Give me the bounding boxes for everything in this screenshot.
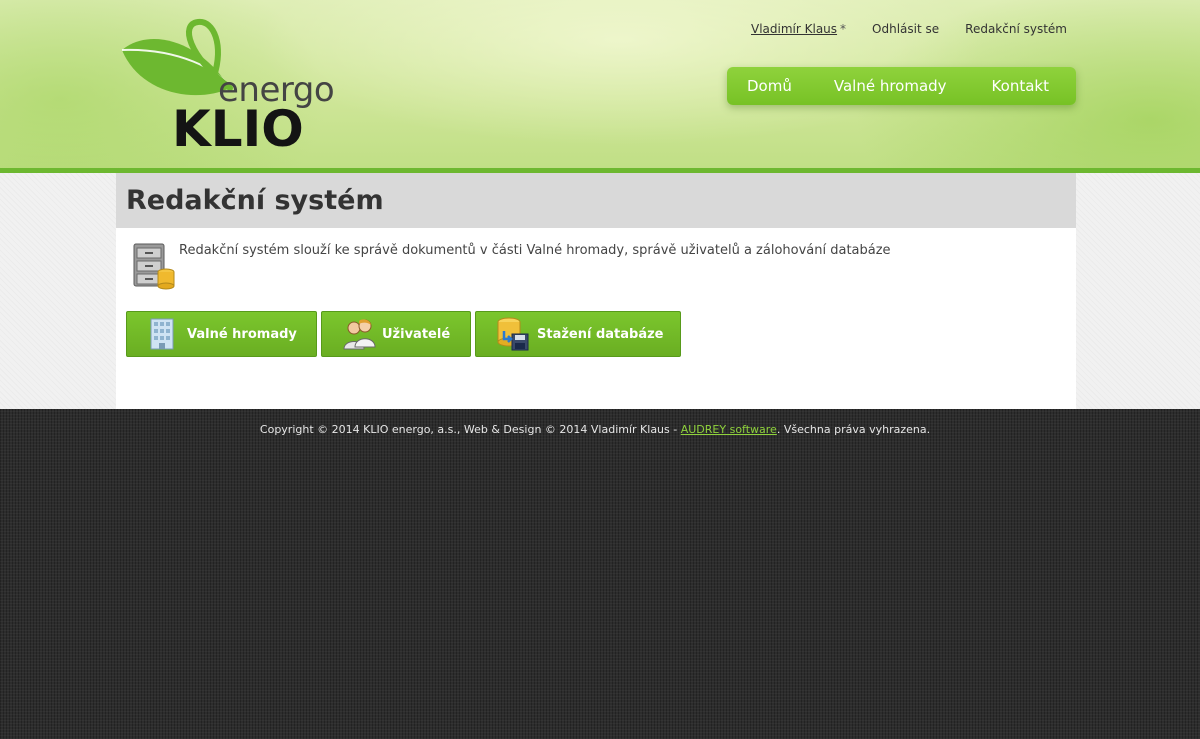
logo-klio-text: KLIO (172, 100, 304, 158)
main-nav: Domů Valné hromady Kontakt (727, 67, 1076, 105)
cms-link[interactable]: Redakční systém (965, 22, 1067, 36)
meetings-button-label: Valné hromady (187, 326, 297, 342)
logo[interactable]: energo KLIO (118, 18, 348, 158)
page-title: Redakční systém (126, 185, 384, 216)
logout-link[interactable]: Odhlásit se (872, 22, 939, 36)
nav-item-home[interactable]: Domů (727, 77, 792, 95)
download-database-button[interactable]: Stažení databáze (475, 311, 681, 357)
main-panel: Redakční systém Redakční systém slouží k… (116, 173, 1076, 409)
panel-header: Redakční systém (116, 173, 1076, 228)
footer-rights-text: . Všechna práva vyhrazena. (776, 423, 931, 436)
top-links: Vladimír Klaus * Odhlásit se Redakční sy… (751, 22, 1067, 36)
users-button-label: Uživatelé (382, 326, 451, 342)
footer: Copyright © 2014 KLIO energo, a.s., Web … (0, 423, 1200, 436)
users-icon (343, 319, 376, 350)
user-marker: * (840, 22, 847, 36)
footer-audrey-link[interactable]: AUDREY software (681, 423, 777, 436)
download-database-button-label: Stažení databáze (537, 326, 664, 342)
user-link[interactable]: Vladimír Klaus (751, 22, 837, 36)
footer-copyright-text: Copyright © 2014 KLIO energo, a.s., Web … (259, 423, 681, 436)
nav-item-meetings[interactable]: Valné hromady (792, 77, 947, 95)
page-description: Redakční systém slouží ke správě dokumen… (179, 243, 891, 258)
filing-cabinet-icon (133, 243, 175, 290)
nav-item-contact[interactable]: Kontakt (947, 77, 1049, 95)
meetings-button[interactable]: Valné hromady (126, 311, 317, 357)
users-button[interactable]: Uživatelé (321, 311, 471, 357)
database-download-icon (497, 317, 529, 351)
header: energo KLIO Vladimír Klaus * Odhlásit se… (0, 0, 1200, 170)
building-icon (150, 318, 174, 350)
